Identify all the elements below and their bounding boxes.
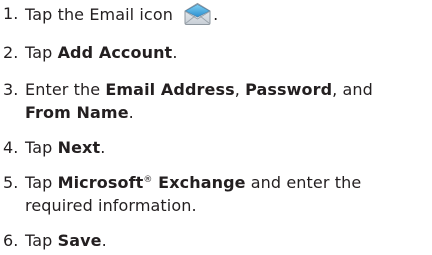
step-1: 1. Tap the Email icon . — [0, 2, 432, 26]
step-text-part: . — [172, 43, 178, 62]
step-text-part: Tap — [25, 173, 58, 192]
step-4: 4. Tap Next. — [0, 136, 432, 159]
email-envelope-icon — [182, 2, 213, 26]
step-text-part: Tap — [25, 43, 58, 62]
step-text: Tap Save. — [25, 229, 430, 252]
step-number: 3. — [3, 80, 19, 99]
step-text-part: , — [234, 80, 246, 99]
step-text-bold: Password — [245, 80, 333, 99]
step-text: Tap Next. — [25, 136, 430, 159]
step-text-bold: Next — [57, 138, 101, 157]
step-text-part: Tap — [25, 231, 58, 250]
step-text-bold: Microsoft — [57, 173, 144, 192]
step-number: 6. — [3, 231, 19, 250]
step-text: Enter the Email Address, Password, and F… — [25, 78, 430, 124]
registered-mark: ® — [143, 175, 153, 185]
step-text-part: . — [100, 138, 106, 157]
step-number: 4. — [3, 138, 19, 157]
step-3: 3. Enter the Email Address, Password, an… — [0, 78, 432, 124]
step-text-bold: Email Address — [105, 80, 235, 99]
step-text-part: . — [101, 231, 107, 250]
step-text-part: Tap — [25, 138, 58, 157]
step-text: Tap the Email icon . — [25, 2, 430, 26]
step-text-bold: Exchange — [152, 173, 246, 192]
step-text-part: Enter the — [25, 80, 106, 99]
step-2: 2. Tap Add Account. — [0, 41, 432, 64]
step-number: 5. — [3, 173, 19, 192]
step-text-bold: Add Account — [57, 43, 173, 62]
step-text: Tap Microsoft® Exchange and enter the re… — [25, 171, 430, 217]
step-text-part: . — [213, 5, 219, 24]
step-text-part: . — [128, 103, 134, 122]
step-text-part: , and — [332, 80, 373, 99]
step-text: Tap Add Account. — [25, 41, 430, 64]
step-6: 6. Tap Save. — [0, 229, 432, 252]
step-number: 2. — [3, 43, 19, 62]
step-number: 1. — [3, 4, 19, 23]
step-text-bold: From Name — [25, 103, 129, 122]
step-5: 5. Tap Microsoft® Exchange and enter the… — [0, 171, 432, 217]
step-text-part: Tap the Email icon — [25, 5, 179, 24]
step-text-bold: Save — [57, 231, 102, 250]
